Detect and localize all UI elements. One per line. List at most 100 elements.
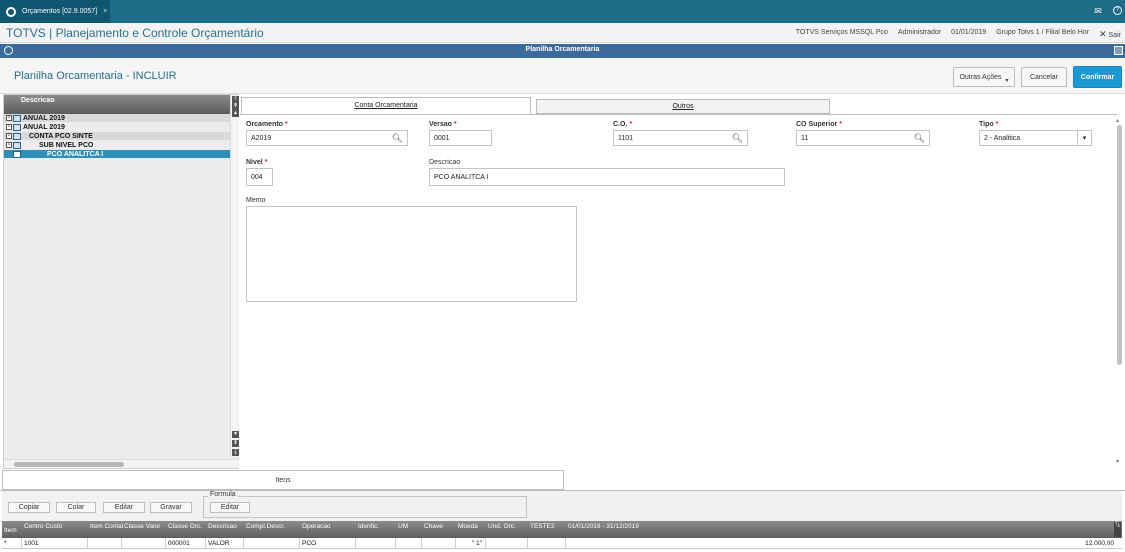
- scroll-page-down-icon[interactable]: ⇟: [232, 440, 239, 447]
- scroll-up-icon[interactable]: ▴: [232, 110, 239, 117]
- scroll-top-icon[interactable]: ⤒: [232, 96, 239, 103]
- grid-cell[interactable]: 000001: [166, 538, 206, 549]
- nivel-value: 004: [251, 173, 263, 181]
- grid-cell[interactable]: [422, 538, 456, 549]
- tree-item[interactable]: - ANUAL 2019: [4, 114, 230, 122]
- save-button[interactable]: Gravar: [150, 502, 192, 513]
- grid-header-cell[interactable]: Centro Custo: [22, 521, 88, 538]
- scroll-thumb[interactable]: [14, 462, 124, 467]
- tab-close-icon[interactable]: ×: [103, 8, 107, 15]
- grid-cell[interactable]: VALOR: [206, 538, 244, 549]
- collapse-icon[interactable]: -: [6, 124, 12, 130]
- copy-button[interactable]: Copiar: [8, 502, 50, 513]
- tab-conta-orcamentaria[interactable]: Conta Orcamentaria: [241, 97, 531, 114]
- exit-button[interactable]: ✕ Sair: [1099, 29, 1121, 40]
- grid-cell[interactable]: " 1": [456, 538, 486, 549]
- orcamento-field[interactable]: A2019 🔍︎: [246, 130, 408, 146]
- grid-header-cell[interactable]: Item: [2, 521, 22, 538]
- window-close-icon[interactable]: [1114, 46, 1123, 55]
- grid-header-cell[interactable]: Classe Orc.: [166, 521, 206, 538]
- tree-item-label: SUB NIVEL PCO: [39, 141, 94, 149]
- grid-cell[interactable]: PCO: [300, 538, 356, 549]
- items-toolbar: Copiar Colar Editar Gravar: [2, 491, 1122, 521]
- search-icon[interactable]: 🔍︎: [732, 133, 743, 144]
- formula-edit-button[interactable]: Editar: [210, 502, 250, 513]
- scroll-page-up-icon[interactable]: ⇞: [232, 103, 239, 110]
- grid-cell[interactable]: [244, 538, 300, 549]
- account-tree: Descricao - ANUAL 2019 - ANUAL 2019 - CO…: [3, 94, 239, 469]
- cancel-button[interactable]: Cancelar: [1021, 67, 1067, 87]
- collapse-icon[interactable]: -: [6, 133, 12, 139]
- co-value: 1101: [618, 134, 634, 142]
- window-title-bar: Planilha Orcamentaria: [0, 44, 1125, 58]
- scroll-up-icon[interactable]: ▴: [1116, 117, 1119, 124]
- grid-header-cell[interactable]: Classe Valor: [122, 521, 166, 538]
- help-icon[interactable]: ?: [1113, 6, 1122, 15]
- grid-header-cell[interactable]: Chave: [422, 521, 456, 538]
- grid-cell[interactable]: [396, 538, 422, 549]
- memo-textarea[interactable]: [246, 206, 577, 302]
- versao-field[interactable]: 0001: [429, 130, 492, 146]
- other-actions-button[interactable]: Outras Ações ▾: [953, 67, 1015, 87]
- grid-header-cell[interactable]: Descricao: [206, 521, 244, 538]
- descricao-field[interactable]: PCO ANALITCA I: [429, 168, 785, 186]
- confirm-button[interactable]: Confirmar: [1073, 66, 1122, 88]
- grid-header-cell[interactable]: Idenfic.: [356, 521, 396, 538]
- grid-header-cell[interactable]: 01/01/2019 - 31/12/2019: [566, 521, 1106, 538]
- nivel-field[interactable]: 004: [246, 168, 273, 186]
- grid-header-cell[interactable]: TESTE2: [528, 521, 566, 538]
- tab-itens[interactable]: Itens: [2, 470, 564, 490]
- grid-cell[interactable]: [528, 538, 566, 549]
- required-mark: *: [995, 121, 999, 128]
- collapse-icon[interactable]: -: [6, 142, 12, 148]
- grid-header-cell[interactable]: UM: [396, 521, 422, 538]
- grid-cell[interactable]: [122, 538, 166, 549]
- grid-header-cell[interactable]: Compl.Descr.: [244, 521, 300, 538]
- grid-cell[interactable]: 12.000,00: [566, 538, 1116, 549]
- date-label: 01/01/2019: [951, 29, 987, 36]
- tree-item-selected[interactable]: PCO ANALITCA I: [4, 150, 230, 158]
- scroll-thumb[interactable]: [1117, 125, 1122, 365]
- document-icon: [13, 150, 21, 158]
- table-row[interactable]: * 1001 000001 VALOR PCO " 1" 12.000,00: [2, 538, 1122, 549]
- mail-icon[interactable]: ✉: [1093, 6, 1103, 16]
- versao-value: 0001: [434, 134, 450, 142]
- grid-header-cell[interactable]: Item Contal: [88, 521, 123, 538]
- tipo-label: Tipo *: [979, 121, 998, 128]
- grid-scroll-icon[interactable]: ⤒⤓: [1114, 522, 1121, 537]
- paste-button[interactable]: Colar: [56, 502, 96, 513]
- grid-cell[interactable]: [356, 538, 396, 549]
- tab-outros[interactable]: Outros: [536, 99, 830, 114]
- folder-icon: [13, 114, 21, 122]
- grid-cell[interactable]: 1001: [22, 538, 88, 549]
- tree-item[interactable]: - CONTA PCO SINTE: [4, 132, 230, 140]
- tab-orcamentos[interactable]: Orçamentos [02.9.0057] ×: [0, 0, 110, 23]
- grid-header-cell[interactable]: Und. Orc.: [486, 521, 528, 538]
- tipo-select[interactable]: 2 - Analitica ▾: [979, 130, 1092, 146]
- scroll-bottom-icon[interactable]: ⤓: [232, 449, 239, 456]
- grid-cell[interactable]: *: [2, 538, 22, 549]
- co-superior-label-text: CO Superior: [796, 121, 838, 128]
- exit-label: Sair: [1108, 32, 1121, 39]
- grid-cell[interactable]: [88, 538, 122, 549]
- tree-horizontal-scrollbar[interactable]: [4, 459, 239, 468]
- tree-vertical-scrollbar[interactable]: ⤒ ⇞ ▴ ▾ ⇟ ⤓: [230, 95, 239, 457]
- tree-item[interactable]: - ANUAL 2019: [4, 123, 230, 131]
- search-icon[interactable]: 🔍︎: [914, 133, 925, 144]
- edit-button[interactable]: Editar: [103, 502, 145, 513]
- grid-header-cell[interactable]: Operacao: [300, 521, 356, 538]
- collapse-icon[interactable]: -: [6, 115, 12, 121]
- co-field[interactable]: 1101 🔍︎: [613, 130, 748, 146]
- chevron-down-icon[interactable]: ▾: [1077, 131, 1091, 145]
- tipo-label-text: Tipo: [979, 121, 994, 128]
- scroll-down-icon[interactable]: ▾: [232, 431, 239, 438]
- grid-header-cell[interactable]: Moeda: [456, 521, 486, 538]
- form-vertical-scrollbar[interactable]: ▴ ▾: [1115, 117, 1124, 467]
- tree-item-label: ANUAL 2019: [23, 123, 65, 131]
- co-superior-field[interactable]: 11 🔍︎: [796, 130, 930, 146]
- required-mark: *: [839, 121, 842, 128]
- search-icon[interactable]: 🔍︎: [392, 133, 403, 144]
- tree-item[interactable]: - SUB NIVEL PCO: [4, 141, 230, 149]
- scroll-down-icon[interactable]: ▾: [1116, 458, 1119, 465]
- grid-cell[interactable]: [486, 538, 528, 549]
